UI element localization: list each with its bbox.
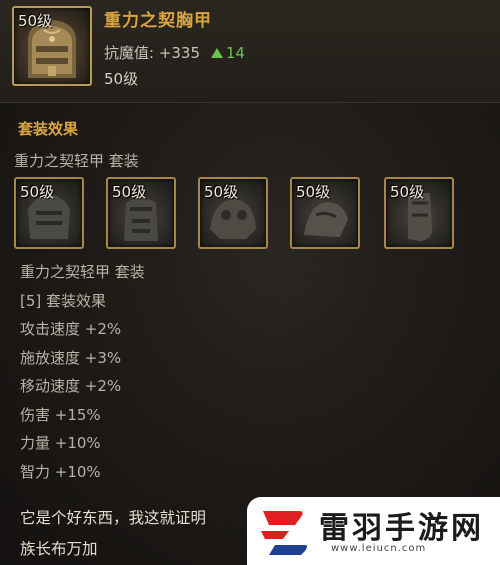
- watermark-text: 雷羽手游网: [319, 511, 484, 546]
- effect-move-speed: 移动速度 +2%: [20, 377, 122, 395]
- up-arrow-icon: [210, 48, 223, 58]
- set-piece-level: 50级: [112, 183, 147, 201]
- effect-damage: 伤害 +15%: [20, 405, 101, 424]
- effects-set-name: 重力之契轻甲 套装: [20, 263, 145, 281]
- effect-strength: 力量 +10%: [20, 434, 101, 452]
- watermark-url: www.leiucn.com: [331, 543, 427, 554]
- item-header: 50级 重力之契胸甲 抗魔值: +335 14 50级: [0, 0, 500, 103]
- magic-resist-stat: 抗魔值: +335 14: [104, 42, 245, 63]
- item-level: 50级: [104, 70, 139, 88]
- effect-intelligence: 智力 +10%: [20, 462, 101, 481]
- set-piece-5[interactable]: 50级: [384, 177, 454, 249]
- set-piece-3[interactable]: 50级: [198, 177, 268, 249]
- stat-delta-value: 14: [225, 44, 245, 62]
- site-logo-icon: [261, 511, 307, 555]
- set-piece-level: 50级: [390, 183, 425, 201]
- set-piece-1[interactable]: 50级: [14, 177, 84, 249]
- effect-attack-speed: 攻击速度 +2%: [20, 320, 122, 338]
- set-effects: 重力之契轻甲 套装 [5] 套装效果 攻击速度 +2% 施放速度 +3% 移动速…: [20, 258, 145, 486]
- set-piece-level: 50级: [20, 183, 55, 201]
- item-level-badge: 50级: [18, 12, 53, 30]
- watermark: 雷羽手游网 www.leiucn.com: [247, 497, 500, 565]
- set-piece-2[interactable]: 50级: [106, 177, 176, 249]
- set-section-title: 套装效果: [18, 120, 79, 138]
- stat-label: 抗魔值: +335: [104, 44, 201, 62]
- item-name: 重力之契胸甲: [104, 11, 212, 31]
- set-piece-4[interactable]: 50级: [290, 177, 360, 249]
- item-tooltip: 50级 重力之契胸甲 抗魔值: +335 14 50级 套装效果 重力之契轻甲 …: [0, 0, 500, 565]
- set-piece-level: 50级: [296, 183, 331, 201]
- effects-count: [5] 套装效果: [20, 291, 107, 310]
- set-piece-level: 50级: [204, 183, 239, 201]
- set-name: 重力之契轻甲 套装: [14, 152, 139, 170]
- stat-delta: 14: [210, 44, 245, 62]
- effect-cast-speed: 施放速度 +3%: [20, 348, 122, 367]
- item-icon-frame[interactable]: 50级: [12, 6, 92, 86]
